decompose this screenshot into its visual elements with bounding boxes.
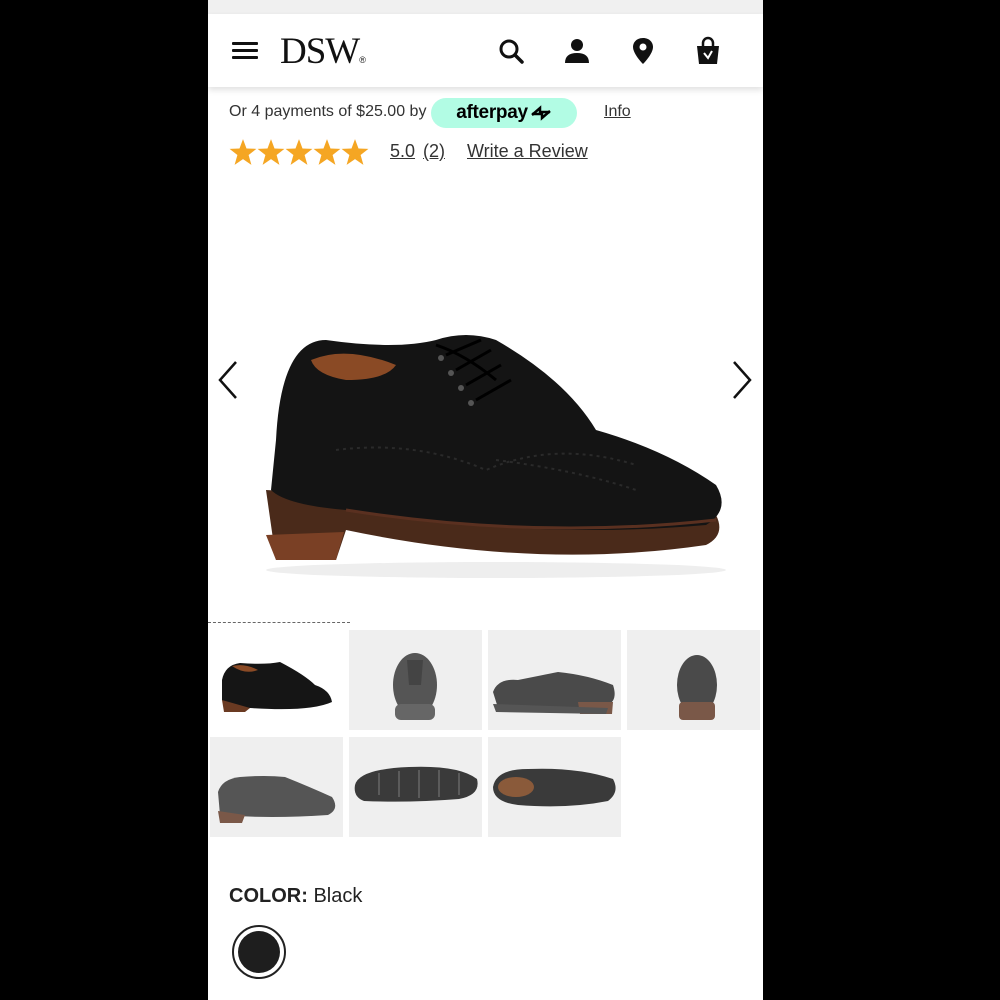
star-icon: [313, 139, 341, 165]
bag-icon[interactable]: [694, 36, 722, 66]
star-icon: [257, 139, 285, 165]
product-image-carousel: [208, 190, 763, 610]
afterpay-brand: afterpay: [456, 102, 528, 123]
swatch-fill: [238, 931, 280, 973]
site-header: DSW®: [208, 14, 763, 87]
thumbnail-3[interactable]: [488, 630, 621, 730]
thumbnail-6[interactable]: [349, 737, 482, 837]
color-selection: COLOR: Black: [229, 885, 362, 908]
shoe-top-thumbnail: [493, 768, 616, 807]
thumbnail-4[interactable]: [627, 630, 760, 730]
shoe-sole-thumbnail: [354, 766, 478, 802]
location-icon[interactable]: [629, 36, 657, 66]
star-icon: [285, 139, 313, 165]
dsw-logo[interactable]: DSW®: [280, 30, 366, 72]
thumbnail-5[interactable]: [210, 737, 343, 837]
shoe-side-thumbnail: [493, 672, 615, 714]
shoe-side-thumbnail: [222, 662, 332, 712]
shoe-main-image: [266, 335, 726, 578]
account-icon[interactable]: [563, 36, 591, 66]
star-rating: [229, 138, 371, 166]
afterpay-arrows-icon: [530, 105, 551, 121]
menu-icon[interactable]: [232, 42, 258, 60]
product-page: DSW® Or 4 payments of $25.00 by afterpay…: [208, 0, 763, 1000]
review-count[interactable]: (2): [423, 141, 445, 162]
write-review-link[interactable]: Write a Review: [467, 141, 588, 162]
star-icon: [341, 139, 369, 165]
color-label: COLOR:: [229, 885, 308, 907]
active-thumb-indicator: [208, 622, 350, 623]
color-value: Black: [313, 885, 363, 907]
thumbnail-7[interactable]: [488, 737, 621, 837]
afterpay-badge[interactable]: afterpay: [431, 98, 577, 128]
search-icon[interactable]: [497, 36, 525, 66]
rating-value[interactable]: 5.0: [390, 141, 415, 162]
shoe-outer-side-thumbnail: [218, 776, 336, 823]
shoe-back-thumbnail: [677, 655, 717, 720]
thumbnail-2[interactable]: [349, 630, 482, 730]
thumbnail-1[interactable]: [210, 630, 343, 730]
shoe-front-thumbnail: [393, 653, 437, 720]
star-icon: [229, 139, 257, 165]
afterpay-text: Or 4 payments of $25.00 by: [229, 103, 427, 120]
color-swatch-black[interactable]: [232, 925, 286, 979]
browser-top-strip: [208, 0, 763, 15]
afterpay-info-link[interactable]: Info: [604, 103, 631, 121]
chevron-right-icon[interactable]: [726, 358, 756, 402]
thumbnail-grid: [208, 630, 763, 840]
